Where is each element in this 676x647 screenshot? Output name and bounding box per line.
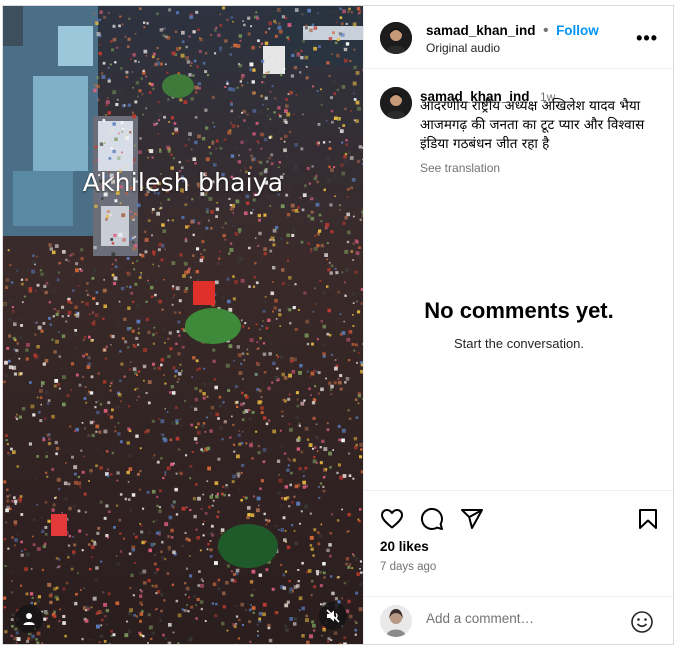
tagged-users-button[interactable]	[15, 605, 43, 633]
mute-toggle-button[interactable]	[319, 602, 347, 630]
add-comment-bar	[364, 596, 673, 644]
bookmark-icon	[639, 509, 657, 529]
empty-comments: No comments yet. Start the conversation.	[364, 298, 673, 351]
like-button[interactable]	[380, 507, 404, 536]
save-button[interactable]	[636, 507, 660, 536]
follow-button[interactable]: Follow	[556, 23, 599, 38]
empty-comments-subtitle: Start the conversation.	[453, 336, 585, 351]
share-button[interactable]	[460, 507, 484, 536]
smiley-icon	[631, 611, 653, 633]
profile-photo	[380, 22, 412, 54]
emoji-button[interactable]	[630, 610, 654, 639]
caption-text: आदरणीय राष्ट्रीय अध्यक्ष अखिलेश यादव भैय…	[420, 98, 645, 152]
video-caption-overlay: Akhilesh bhaiya	[82, 168, 284, 197]
action-bar: 20 likes 7 days ago	[364, 490, 673, 603]
comment-button[interactable]	[420, 507, 444, 536]
separator-dot: •	[543, 22, 549, 39]
speaker-muted-icon	[326, 609, 340, 623]
header-username[interactable]: samad_khan_ind	[426, 23, 536, 38]
share-icon	[461, 509, 483, 529]
user-icon	[23, 613, 35, 625]
profile-photo	[380, 87, 412, 119]
comment-input[interactable]	[424, 610, 618, 627]
post-date[interactable]: 7 days ago	[380, 561, 436, 573]
post-modal: Akhilesh bhaiya samad_khan_ind • Follow …	[2, 5, 674, 645]
more-options-button[interactable]: •••	[636, 28, 658, 49]
avatar[interactable]	[380, 22, 412, 54]
current-user-avatar	[380, 605, 412, 637]
see-translation-link[interactable]: See translation	[420, 161, 500, 175]
likes-count[interactable]: 20 likes	[380, 539, 429, 554]
post-video[interactable]: Akhilesh bhaiya	[3, 6, 363, 644]
comment-icon	[420, 507, 443, 530]
post-header: samad_khan_ind • Follow Original audio •…	[364, 6, 673, 69]
audio-label[interactable]: Original audio	[426, 41, 500, 55]
heart-icon	[381, 509, 403, 529]
caption-avatar[interactable]	[380, 87, 412, 119]
crowd-aerial-image	[3, 6, 363, 644]
post-sidebar: samad_khan_ind • Follow Original audio •…	[363, 6, 673, 644]
current-user-photo	[380, 605, 412, 637]
empty-comments-title: No comments yet.	[424, 298, 614, 323]
